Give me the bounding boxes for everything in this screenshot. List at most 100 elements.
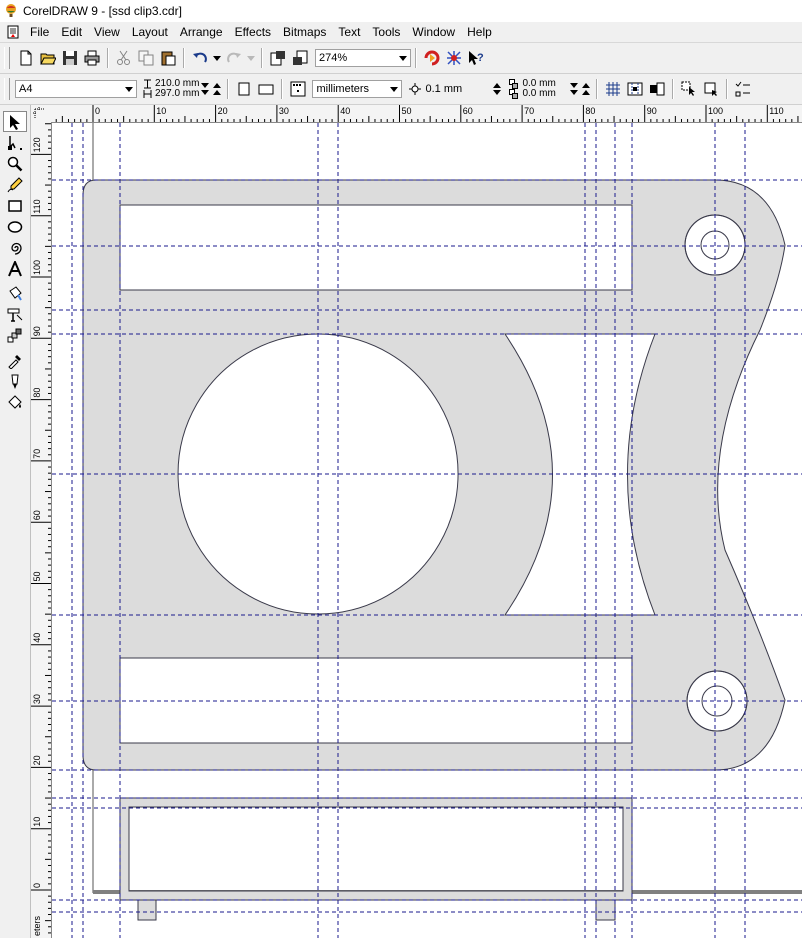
menu-tools[interactable]: Tools xyxy=(366,22,406,42)
text-tool-icon[interactable] xyxy=(3,258,27,279)
toolbar-grip[interactable] xyxy=(4,47,10,69)
vertical-ruler-scale: 1201101009080706050403020100eters xyxy=(31,123,51,936)
treat-as-filled-icon[interactable] xyxy=(679,79,699,99)
snap-to-grid-icon[interactable] xyxy=(603,79,623,99)
ruler-label: 60 xyxy=(32,510,42,520)
toolbar-separator xyxy=(725,79,728,99)
window-title: CorelDRAW 9 - [ssd clip3.cdr] xyxy=(23,4,182,18)
printer-icon[interactable] xyxy=(82,48,102,68)
duplicate-y-field[interactable]: 0.0 mm xyxy=(522,89,555,99)
svg-text:?: ? xyxy=(477,52,484,64)
menu-text[interactable]: Text xyxy=(332,22,366,42)
ruler-label: 110 xyxy=(769,106,783,116)
whats-this-help-icon[interactable]: ? xyxy=(466,48,486,68)
menu-arrange[interactable]: Arrange xyxy=(174,22,229,42)
ruler-label: 40 xyxy=(340,106,350,116)
nudge-offset-field[interactable]: 0.1 mm xyxy=(425,84,491,95)
ruler-label: 110 xyxy=(32,199,42,213)
spiral-tool-icon[interactable] xyxy=(3,237,27,258)
zoom-level-combo[interactable]: 274% xyxy=(315,49,411,67)
undo-icon[interactable] xyxy=(190,48,210,68)
outline-tool-icon[interactable] xyxy=(3,371,27,392)
menu-view[interactable]: View xyxy=(88,22,126,42)
redo-icon[interactable] xyxy=(224,48,244,68)
toolbar-separator xyxy=(281,79,284,99)
units-combo[interactable]: millimeters xyxy=(312,80,403,98)
export-icon[interactable] xyxy=(290,48,310,68)
ruler-origin-corner[interactable] xyxy=(31,105,52,123)
ruler-label: 90 xyxy=(647,106,657,116)
zoom-tool-icon[interactable] xyxy=(3,153,27,174)
paste-icon[interactable] xyxy=(158,48,178,68)
pick-tool-icon[interactable] xyxy=(3,111,27,132)
application-launcher-icon[interactable] xyxy=(422,48,442,68)
duplicate-spinner-down[interactable] xyxy=(569,82,578,96)
ruler-label: 50 xyxy=(402,106,412,116)
document-icon[interactable] xyxy=(6,25,20,39)
menu-window[interactable]: Window xyxy=(406,22,461,42)
ruler-label: 90 xyxy=(32,326,42,336)
menu-help[interactable]: Help xyxy=(461,22,498,42)
horizontal-ruler[interactable]: 0 10 20 30 40 50 60 70 80 90 100 110 xyxy=(51,105,802,123)
shape-tool-icon[interactable] xyxy=(3,132,27,153)
ellipse-tool-icon[interactable] xyxy=(3,216,27,237)
horizontal-ruler-scale: 0 10 20 30 40 50 60 70 80 90 100 110 xyxy=(55,105,799,122)
save-disk-icon[interactable] xyxy=(60,48,80,68)
interactive-blend-tool-icon[interactable] xyxy=(3,325,27,346)
ruler-label: 10 xyxy=(32,817,42,827)
ruler-label: 0 xyxy=(32,883,42,888)
ruler-label: 0 xyxy=(95,106,100,116)
page-size-spinner[interactable] xyxy=(201,82,210,96)
draw-objects-when-moving-icon[interactable] xyxy=(701,79,721,99)
title-bar: CorelDRAW 9 - [ssd clip3.cdr] xyxy=(0,0,802,22)
paper-type-combo[interactable]: A4 xyxy=(15,80,137,98)
redo-dropdown-arrow-icon[interactable] xyxy=(246,48,256,68)
page-size-spinner-up[interactable] xyxy=(213,82,222,96)
drawing-canvas-svg xyxy=(52,123,802,938)
nudge-spinner[interactable] xyxy=(493,82,502,96)
page-height-field[interactable]: 297.0 mm xyxy=(155,89,199,99)
portrait-icon[interactable] xyxy=(234,79,254,99)
menu-edit[interactable]: Edit xyxy=(55,22,88,42)
options-list-icon[interactable] xyxy=(733,79,753,99)
corel-online-icon[interactable] xyxy=(444,48,464,68)
duplicate-spinner-up[interactable] xyxy=(581,82,590,96)
interactive-transparency-tool-icon[interactable] xyxy=(3,304,27,325)
copy-icon[interactable] xyxy=(136,48,156,68)
fill-tool-icon[interactable] xyxy=(3,392,27,413)
snap-to-guidelines-icon[interactable] xyxy=(625,79,645,99)
page-width-icon xyxy=(144,79,151,89)
scissors-icon[interactable] xyxy=(114,48,134,68)
interactive-fill-tool-icon[interactable] xyxy=(3,283,27,304)
duplicate-y-icon xyxy=(509,89,519,99)
eyedropper-tool-icon[interactable] xyxy=(3,350,27,371)
vertical-ruler[interactable]: 120 110 100 90 80 70 60 50 40 30 20 10 0 eters xyxy=(31,122,52,938)
rectangle-tool-icon[interactable] xyxy=(3,195,27,216)
landscape-icon[interactable] xyxy=(256,79,276,99)
bracket-shape[interactable] xyxy=(82,179,786,771)
paper-type-value: A4 xyxy=(19,83,33,95)
freehand-tool-icon[interactable] xyxy=(3,174,27,195)
page-layout-icon[interactable] xyxy=(288,79,308,99)
tray-foot-left[interactable] xyxy=(137,899,157,921)
standard-toolbar: 274% ? xyxy=(0,43,802,74)
menu-file[interactable]: File xyxy=(24,22,55,42)
drawing-canvas[interactable] xyxy=(52,123,802,938)
snap-to-objects-icon[interactable] xyxy=(647,79,667,99)
bottom-tray-shape[interactable] xyxy=(119,797,633,901)
tray-foot-right[interactable] xyxy=(595,899,616,921)
open-folder-icon[interactable] xyxy=(38,48,58,68)
undo-dropdown-arrow-icon[interactable] xyxy=(212,48,222,68)
menu-bitmaps[interactable]: Bitmaps xyxy=(277,22,332,42)
menu-layout[interactable]: Layout xyxy=(126,22,174,42)
toolbar-separator xyxy=(183,48,185,68)
ruler-label: 50 xyxy=(32,571,42,581)
new-document-icon[interactable] xyxy=(16,48,36,68)
menu-effects[interactable]: Effects xyxy=(229,22,277,42)
import-icon[interactable] xyxy=(268,48,288,68)
page-height-icon xyxy=(143,90,152,98)
ruler-label: 100 xyxy=(708,106,723,116)
toolbar-grip[interactable] xyxy=(4,78,10,100)
chevron-down-icon xyxy=(390,87,399,92)
ruler-label: 30 xyxy=(32,694,42,704)
